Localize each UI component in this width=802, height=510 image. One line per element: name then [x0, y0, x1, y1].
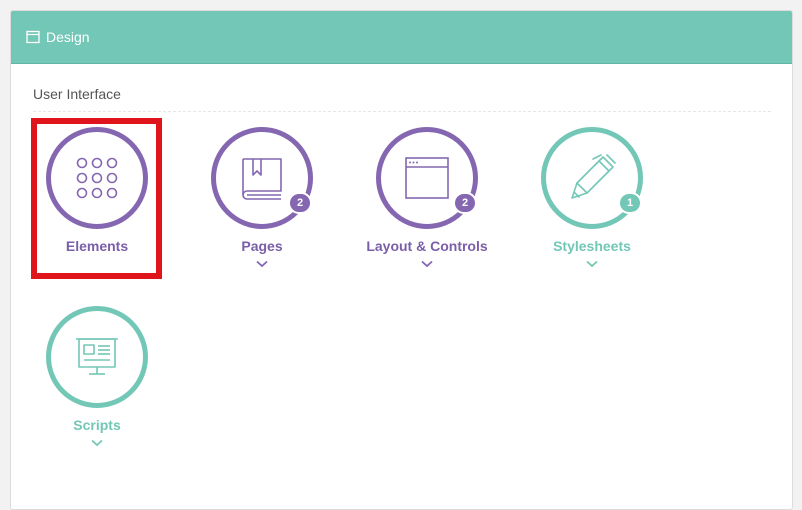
panel-header: Design — [11, 11, 792, 64]
tile-elements-ring — [46, 127, 148, 229]
chevron-down-icon[interactable] — [586, 260, 598, 268]
tile-layout-controls-ring: 2 — [376, 127, 478, 229]
section-divider — [33, 111, 771, 112]
browser-window-icon — [405, 157, 449, 199]
tile-stylesheets-label: Stylesheets — [553, 238, 631, 254]
tile-scripts-label: Scripts — [73, 417, 121, 433]
tile-scripts-ring — [46, 306, 148, 408]
chevron-down-icon[interactable] — [91, 439, 103, 447]
tile-pages-ring: 2 — [211, 127, 313, 229]
panel-title: Design — [46, 29, 90, 45]
presentation-board-icon — [76, 338, 118, 375]
tile-pages-badge: 2 — [288, 192, 312, 214]
tile-stylesheets-badge: 1 — [618, 192, 642, 214]
design-panel: Design User Interface Elements 2 Pages 2… — [10, 10, 793, 510]
window-icon — [26, 30, 40, 44]
chevron-down-icon[interactable] — [256, 260, 268, 268]
chevron-down-icon[interactable] — [421, 260, 433, 268]
tile-layout-controls-label: Layout & Controls — [366, 238, 488, 254]
tile-layout-controls-badge: 2 — [453, 192, 477, 214]
section-label: User Interface — [33, 86, 121, 102]
tile-pages-label: Pages — [241, 238, 283, 254]
tile-elements-label: Elements — [65, 238, 129, 254]
pen-icon — [571, 154, 616, 199]
book-icon — [242, 158, 282, 200]
grid-dots-icon — [76, 157, 118, 199]
tile-stylesheets-ring: 1 — [541, 127, 643, 229]
